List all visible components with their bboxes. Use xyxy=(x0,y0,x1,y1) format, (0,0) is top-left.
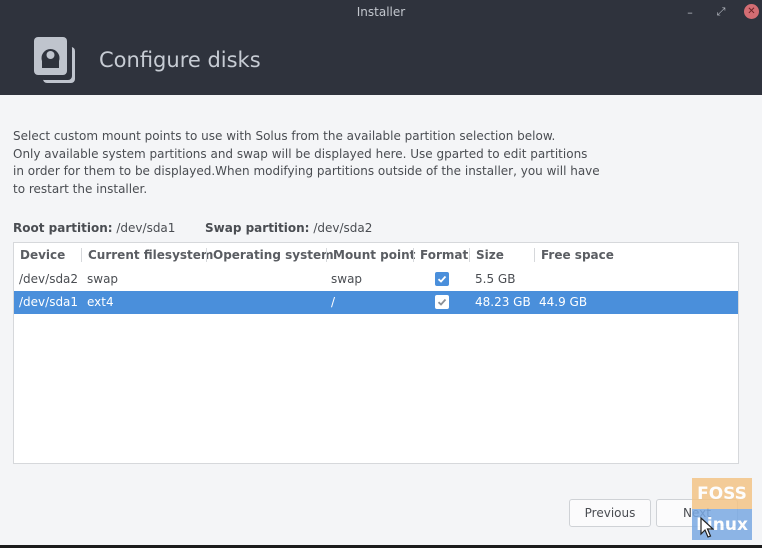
cell-filesystem: ext4 xyxy=(87,295,114,309)
disks-icon xyxy=(34,37,75,83)
cell-device: /dev/sda2 xyxy=(19,272,79,286)
cell-free-space: 44.9 GB xyxy=(539,295,588,309)
root-partition-value: /dev/sda1 xyxy=(116,221,176,235)
header-bar: Installer – ⤢ ✕ Configure disks xyxy=(0,0,762,95)
cell-mount-point[interactable]: swap xyxy=(331,272,362,286)
column-header-free-space[interactable]: Free space xyxy=(534,248,614,262)
description: Select custom mount points to use with S… xyxy=(13,128,753,198)
watermark-top: FOSS xyxy=(692,478,752,509)
root-partition-label: Root partition: xyxy=(13,221,113,235)
checkmark-icon xyxy=(437,298,447,306)
column-header-device[interactable]: Device xyxy=(14,248,65,262)
mouse-cursor-icon xyxy=(700,517,714,538)
column-header-filesystem[interactable]: Current filesystem xyxy=(81,248,213,262)
root-partition: Root partition: /dev/sda1 xyxy=(13,221,175,235)
window-title: Installer xyxy=(356,5,406,19)
partition-table: Device Current filesystem Operating syst… xyxy=(13,242,739,464)
cell-filesystem: swap xyxy=(87,272,119,286)
column-header-size[interactable]: Size xyxy=(469,248,504,262)
description-line: to restart the installer. xyxy=(13,181,148,196)
maximize-button[interactable]: ⤢ xyxy=(713,4,729,20)
close-button[interactable]: ✕ xyxy=(744,4,759,19)
swap-partition-value: /dev/sda2 xyxy=(313,221,373,235)
minimize-icon: – xyxy=(687,5,693,19)
format-checkbox[interactable] xyxy=(435,295,449,309)
column-header-mount-point[interactable]: Mount point xyxy=(326,248,415,262)
swap-partition: Swap partition: /dev/sda2 xyxy=(205,221,372,235)
close-icon: ✕ xyxy=(747,6,756,17)
table-row[interactable]: /dev/sda2 swap swap 5.5 GB xyxy=(14,268,738,291)
cell-device: /dev/sda1 xyxy=(19,295,79,309)
minimize-button[interactable]: – xyxy=(682,4,698,20)
table-row-selected[interactable]: /dev/sda1 ext4 / 48.23 GB 44.9 GB xyxy=(14,291,738,314)
cell-size: 48.23 GB xyxy=(475,295,531,309)
description-line: Only available system partitions and swa… xyxy=(13,146,588,161)
format-checkbox[interactable] xyxy=(435,272,449,286)
previous-button[interactable]: Previous xyxy=(569,499,651,527)
table-header: Device Current filesystem Operating syst… xyxy=(14,243,738,269)
description-line: Select custom mount points to use with S… xyxy=(13,129,556,143)
partition-summary: Root partition: /dev/sda1 Swap partition… xyxy=(13,221,372,235)
page-title: Configure disks xyxy=(99,48,261,72)
cell-size: 5.5 GB xyxy=(475,272,516,286)
column-header-os[interactable]: Operating system xyxy=(206,248,334,262)
installer-window: Installer – ⤢ ✕ Configure disks Select c… xyxy=(0,0,762,548)
maximize-icon: ⤢ xyxy=(716,5,726,18)
checkmark-icon xyxy=(437,275,447,283)
swap-partition-label: Swap partition: xyxy=(205,221,310,235)
cell-mount-point[interactable]: / xyxy=(331,295,335,309)
column-header-format[interactable]: Format xyxy=(413,248,468,262)
description-line: in order for them to be displayed.When m… xyxy=(13,164,600,178)
